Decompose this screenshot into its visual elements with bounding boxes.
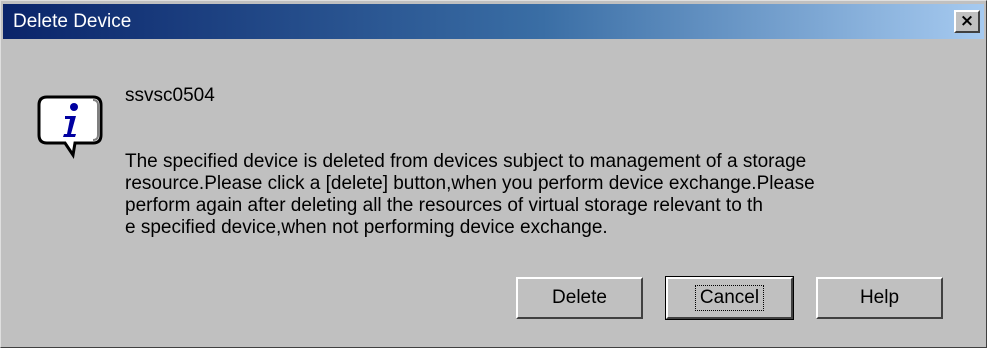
message-line: perform again after deleting all the res… — [125, 195, 763, 216]
help-button-label: Help — [859, 287, 900, 308]
message-line: e specified device,when not performing d… — [125, 217, 608, 238]
title-bar[interactable]: Delete Device × — [3, 4, 984, 39]
cancel-button-label: Cancel — [694, 285, 765, 311]
message-line: The specified device is deleted from dev… — [125, 151, 807, 172]
close-button[interactable]: × — [954, 10, 980, 33]
cancel-button[interactable]: Cancel — [665, 276, 794, 320]
delete-button[interactable]: Delete — [516, 277, 643, 319]
delete-button-label: Delete — [552, 287, 607, 308]
message-id: ssvsc0504 — [125, 85, 215, 106]
information-icon — [37, 95, 103, 159]
message-line: resource.Please click a [delete] button,… — [125, 173, 815, 194]
help-button[interactable]: Help — [816, 277, 943, 319]
delete-device-dialog: Delete Device × ssvsc0504 The specified … — [0, 0, 987, 348]
message-text: The specified device is deleted from dev… — [125, 151, 975, 239]
window-title: Delete Device — [13, 11, 132, 32]
